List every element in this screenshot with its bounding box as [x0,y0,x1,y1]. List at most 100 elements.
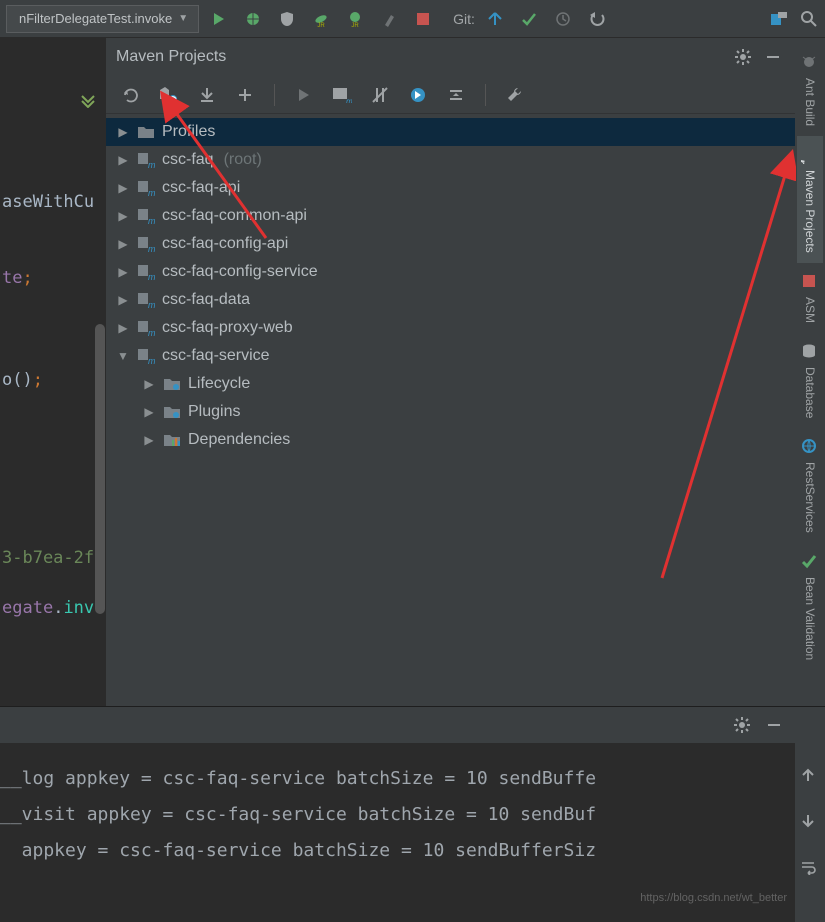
profile-debug-icon[interactable]: JR [345,9,365,29]
vcs-history-icon[interactable] [553,9,573,29]
folder-gear-icon [162,375,182,393]
gear-icon[interactable] [731,45,755,69]
svg-text:m: m [148,272,155,280]
tree-arrow-icon[interactable]: ▶ [116,314,130,342]
asm-icon [801,273,819,291]
vcs-revert-icon[interactable] [587,9,607,29]
tree-arrow-icon[interactable]: ▶ [116,286,130,314]
editor-area[interactable]: aseWithCu te; o(); 3-b7ea-2f egate.inv [0,38,105,706]
maven-module-icon: m [136,319,156,337]
svg-text:JR: JR [317,23,325,28]
vcs-commit-icon[interactable] [519,9,539,29]
minimize-icon[interactable] [761,45,785,69]
tree-node-module[interactable]: ▶ m csc-faq-api [106,174,795,202]
sidebar-item-database[interactable]: Database [797,333,823,428]
vcs-update-icon[interactable] [485,9,505,29]
tree-node-module[interactable]: ▶ m csc-faq-proxy-web [106,314,795,342]
watermark-text: https://blog.csdn.net/wt_better [640,880,787,916]
run-config-label: nFilterDelegateTest.invoke [19,11,172,26]
tree-node-label: Profiles [162,118,215,146]
toggle-offline-icon[interactable] [369,84,391,106]
ant-icon [801,54,819,72]
tree-node-plugins[interactable]: ▶ Plugins [106,398,795,426]
tree-node-lifecycle[interactable]: ▶ Lifecycle [106,370,795,398]
maven-settings-icon[interactable] [504,84,526,106]
tree-node-module[interactable]: ▶ m csc-faq-config-service [106,258,795,286]
execute-goal-icon[interactable]: m [331,84,353,106]
tree-node-label: csc-faq-common-api [162,202,307,230]
generate-sources-icon[interactable] [158,84,180,106]
console-wrap: __log appkey = csc-faq-service batchSize… [0,707,795,922]
bottom-panel: __log appkey = csc-faq-service batchSize… [0,706,825,922]
arrow-down-icon[interactable] [800,813,820,833]
tree-arrow-icon[interactable]: ▶ [116,202,130,230]
editor-scrollbar[interactable] [95,324,105,614]
project-structure-icon[interactable] [769,9,789,29]
run-config-selector[interactable]: nFilterDelegateTest.invoke ▼ [6,5,199,33]
code-line: egate.inv [0,594,105,622]
maven-icon: m [801,146,819,164]
minimize-icon[interactable] [763,714,785,736]
sidebar-item-bean-validation[interactable]: Bean Validation [797,543,823,670]
sidebar-item-label: Ant Build [803,78,817,126]
right-tool-sidebar: Ant Build m Maven Projects ASM Database … [795,38,825,706]
tree-arrow-icon[interactable]: ▶ [116,230,130,258]
tree-node-module[interactable]: ▶ m csc-faq (root) [106,146,795,174]
bean-validation-icon [801,553,819,571]
tree-arrow-icon[interactable]: ▶ [116,118,130,146]
tree-node-profiles[interactable]: ▶ Profiles [106,118,795,146]
code-line: 3-b7ea-2f [0,544,105,572]
svg-text:m: m [801,159,810,164]
tree-arrow-icon[interactable]: ▶ [142,370,156,398]
soft-wrap-icon[interactable] [800,859,820,879]
tree-node-module[interactable]: ▼ m csc-faq-service [106,342,795,370]
console-output[interactable]: __log appkey = csc-faq-service batchSize… [0,743,795,922]
add-project-icon[interactable] [234,84,256,106]
top-toolbar: nFilterDelegateTest.invoke ▼ JR JR [0,0,825,38]
sidebar-item-asm[interactable]: ASM [797,263,823,333]
tree-arrow-icon[interactable]: ▶ [142,426,156,454]
maven-module-icon: m [136,291,156,309]
tree-node-label: Dependencies [188,426,290,454]
svg-text:m: m [148,328,155,336]
folder-icon [136,123,156,141]
tree-arrow-icon[interactable]: ▼ [116,342,130,370]
tree-arrow-icon[interactable]: ▶ [116,174,130,202]
run-maven-icon[interactable] [293,84,315,106]
sidebar-item-maven-projects[interactable]: m Maven Projects [797,136,823,263]
svg-text:m: m [148,300,155,308]
sidebar-item-rest-services[interactable]: RestServices [797,428,823,543]
gutter-collapse-icon[interactable] [80,92,96,108]
maven-tree[interactable]: ▶ Profiles ▶ m csc-faq (root) ▶ m csc-fa… [106,114,795,706]
run-icon[interactable] [209,9,229,29]
vcs-actions-group [485,9,607,29]
download-sources-icon[interactable] [196,84,218,106]
maven-toolbar: m [106,76,795,114]
tree-node-module[interactable]: ▶ m csc-faq-config-api [106,230,795,258]
tree-arrow-icon[interactable]: ▶ [142,398,156,426]
coverage-icon[interactable] [277,9,297,29]
search-icon[interactable] [799,9,819,29]
tree-arrow-icon[interactable]: ▶ [116,258,130,286]
tree-node-label: csc-faq-api [162,174,240,202]
tree-arrow-icon[interactable]: ▶ [116,146,130,174]
profile-run-icon[interactable]: JR [311,9,331,29]
stop-icon[interactable] [413,9,433,29]
reimport-icon[interactable] [120,84,142,106]
gear-icon[interactable] [731,714,753,736]
chevron-down-icon: ▼ [178,13,188,24]
console-line: __visit appkey = csc-faq-service batchSi… [0,797,795,833]
attach-icon[interactable] [379,9,399,29]
collapse-all-icon[interactable] [445,84,467,106]
tree-node-module[interactable]: ▶ m csc-faq-common-api [106,202,795,230]
sidebar-item-ant-build[interactable]: Ant Build [797,44,823,136]
debug-icon[interactable] [243,9,263,29]
code-line: aseWithCu [0,188,105,216]
skip-tests-icon[interactable] [407,84,429,106]
tree-node-dependencies[interactable]: ▶ Dependencies [106,426,795,454]
git-label: Git: [453,11,475,27]
arrow-up-icon[interactable] [800,767,820,787]
tree-node-module[interactable]: ▶ m csc-faq-data [106,286,795,314]
maven-module-icon: m [136,347,156,365]
tree-node-label: csc-faq-config-service [162,258,318,286]
